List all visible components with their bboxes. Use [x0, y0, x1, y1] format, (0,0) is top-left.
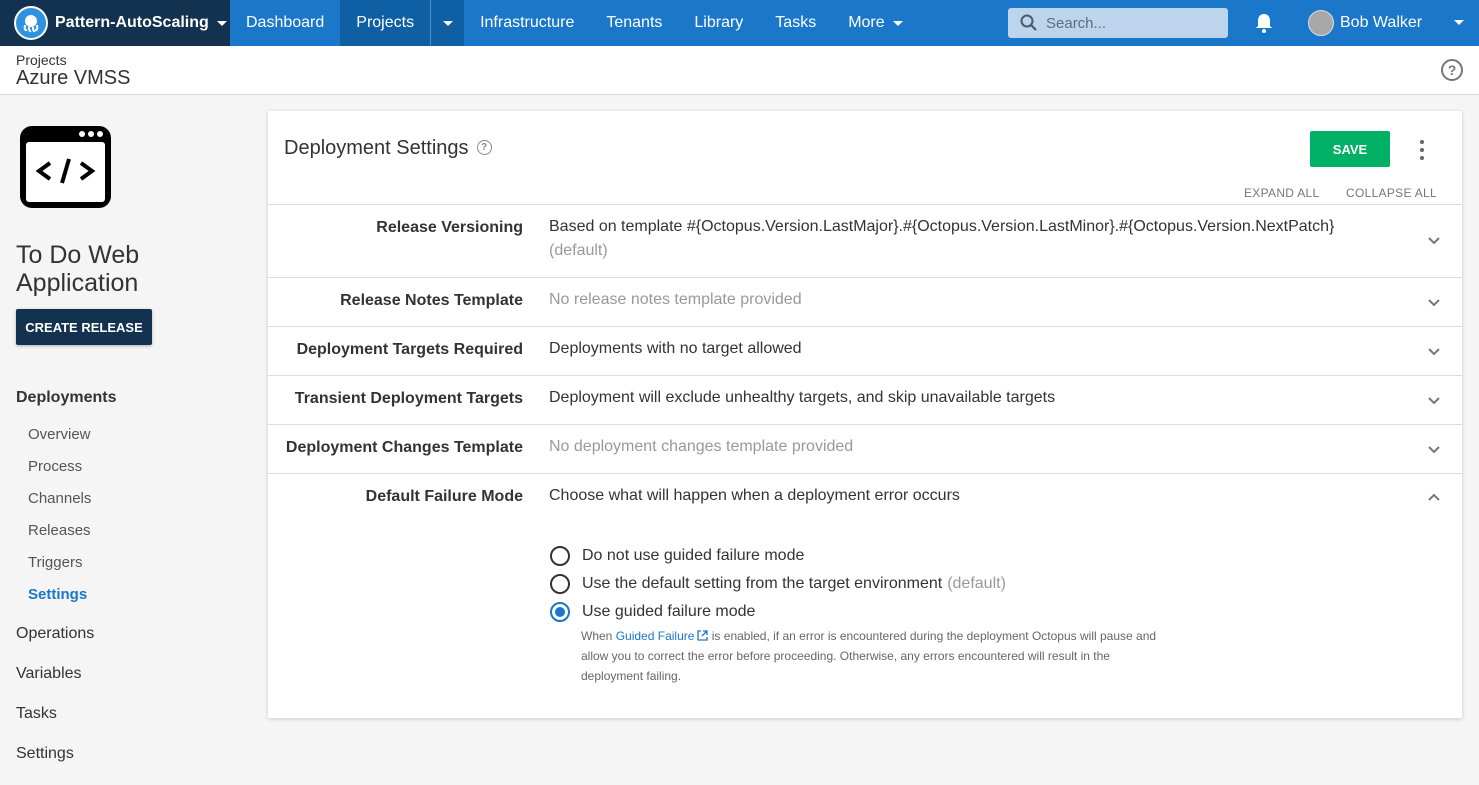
- setting-summary: Deployments with no target allowed: [549, 340, 802, 357]
- save-button[interactable]: SAVE: [1310, 131, 1390, 167]
- hint-pre: When: [581, 629, 613, 643]
- sidebar-item-tasks[interactable]: Tasks: [16, 705, 57, 723]
- sidebar-item-channels[interactable]: Channels: [28, 490, 91, 507]
- search-input[interactable]: [1046, 14, 1216, 32]
- nav-more-label: More: [848, 14, 885, 31]
- chevron-down-icon[interactable]: [1427, 442, 1441, 456]
- setting-row-changes-template[interactable]: Deployment Changes Template No deploymen…: [268, 424, 1462, 473]
- sidebar-item-settings-deployments[interactable]: Settings: [28, 586, 87, 603]
- chevron-down-icon[interactable]: [1454, 20, 1464, 25]
- card-title-text: Deployment Settings: [284, 137, 469, 159]
- chevron-down-icon: [892, 20, 903, 26]
- nav-projects[interactable]: Projects: [340, 0, 431, 46]
- sidebar-item-triggers[interactable]: Triggers: [28, 554, 82, 571]
- space-switcher[interactable]: Pattern-AutoScaling: [0, 0, 230, 46]
- sidebar-heading-deployments[interactable]: Deployments: [16, 389, 116, 407]
- chevron-down-icon: [216, 20, 227, 26]
- space-name: Pattern-AutoScaling: [55, 14, 209, 31]
- sidebar-item-process[interactable]: Process: [28, 458, 82, 475]
- page-title: Azure VMSS: [16, 67, 131, 89]
- radio-button[interactable]: [550, 574, 570, 594]
- setting-label: Deployment Targets Required: [296, 341, 523, 358]
- user-menu[interactable]: Bob Walker: [1308, 10, 1422, 36]
- setting-row-transient-targets[interactable]: Transient Deployment Targets Deployment …: [268, 375, 1462, 424]
- help-icon[interactable]: ?: [476, 140, 492, 155]
- deployment-settings-card: Deployment Settings ? SAVE EXPAND ALL CO…: [268, 111, 1462, 718]
- page-header: Projects Azure VMSS ?: [0, 46, 1479, 95]
- projects-dropdown-button[interactable]: [430, 0, 465, 46]
- setting-summary: Choose what will happen when a deploymen…: [549, 487, 960, 504]
- radio-default-note: (default): [947, 575, 1006, 592]
- chevron-down-icon[interactable]: [1427, 295, 1441, 309]
- nav-tasks[interactable]: Tasks: [759, 0, 832, 46]
- radio-option-env-default[interactable]: Use the default setting from the target …: [550, 570, 1006, 598]
- setting-summary: Deployment will exclude unhealthy target…: [549, 389, 1056, 406]
- setting-row-targets-required[interactable]: Deployment Targets Required Deployments …: [268, 326, 1462, 375]
- setting-default-note: (default): [549, 242, 608, 259]
- octopus-logo-icon: [14, 6, 48, 40]
- breadcrumb[interactable]: Projects: [16, 52, 67, 68]
- overflow-menu-icon[interactable]: [1416, 140, 1428, 160]
- create-release-button[interactable]: CREATE RELEASE: [16, 309, 152, 345]
- radio-button-selected[interactable]: [550, 602, 570, 622]
- radio-option-on[interactable]: Use guided failure mode: [550, 598, 1006, 626]
- collapse-all-link[interactable]: COLLAPSE ALL: [1346, 186, 1437, 200]
- external-link-icon: [697, 630, 709, 641]
- setting-summary-text: Based on template #{Octopus.Version.Last…: [549, 218, 1335, 235]
- setting-label: Release Versioning: [376, 219, 523, 236]
- user-name: Bob Walker: [1340, 14, 1423, 31]
- setting-summary: No release notes template provided: [549, 291, 802, 308]
- search-icon: [1020, 14, 1037, 31]
- radio-label: Use the default setting from the target …: [582, 575, 943, 592]
- chevron-down-icon[interactable]: [1427, 393, 1441, 407]
- sidebar-item-releases[interactable]: Releases: [28, 522, 91, 539]
- setting-label: Release Notes Template: [340, 292, 523, 309]
- setting-label: Deployment Changes Template: [285, 439, 523, 456]
- sidebar-item-variables[interactable]: Variables: [16, 665, 82, 683]
- nav-library[interactable]: Library: [678, 0, 759, 46]
- expand-all-link[interactable]: EXPAND ALL: [1244, 186, 1319, 200]
- nav-dashboard[interactable]: Dashboard: [230, 0, 340, 46]
- chevron-down-icon[interactable]: [1427, 233, 1441, 247]
- guided-failure-link-text: Guided Failure: [615, 629, 695, 643]
- chevron-down-icon: [442, 20, 453, 26]
- radio-button[interactable]: [550, 546, 570, 566]
- help-icon[interactable]: ?: [1441, 59, 1463, 81]
- radio-label: Use guided failure mode: [582, 603, 756, 620]
- setting-summary: No deployment changes template provided: [549, 438, 854, 455]
- setting-label: Transient Deployment Targets: [294, 390, 523, 407]
- avatar: [1308, 10, 1334, 36]
- radio-label: Do not use guided failure mode: [582, 547, 805, 564]
- setting-row-release-notes[interactable]: Release Notes Template No release notes …: [268, 277, 1462, 326]
- project-name: To Do Web Application: [16, 241, 140, 297]
- setting-summary: Based on template #{Octopus.Version.Last…: [549, 215, 1409, 263]
- failure-mode-hint: When Guided Failure is enabled, if an er…: [581, 626, 1161, 686]
- chevron-down-icon[interactable]: [1427, 344, 1441, 358]
- nav-infrastructure[interactable]: Infrastructure: [464, 0, 590, 46]
- sidebar-item-overview[interactable]: Overview: [28, 426, 91, 443]
- guided-failure-link[interactable]: Guided Failure: [616, 629, 709, 643]
- setting-row-failure-mode: Default Failure Mode Choose what will ha…: [268, 473, 1462, 718]
- card-title: Deployment Settings ?: [284, 137, 492, 160]
- chevron-up-icon[interactable]: [1427, 491, 1441, 505]
- setting-label: Default Failure Mode: [365, 488, 523, 505]
- failure-mode-radio-group: Do not use guided failure mode Use the d…: [550, 542, 1006, 626]
- nav-tenants[interactable]: Tenants: [590, 0, 678, 46]
- search-box[interactable]: [1008, 8, 1228, 38]
- nav-more[interactable]: More: [832, 0, 918, 46]
- project-logo: [19, 125, 112, 209]
- radio-option-off[interactable]: Do not use guided failure mode: [550, 542, 1006, 570]
- sidebar-item-settings[interactable]: Settings: [16, 745, 74, 763]
- sidebar-item-operations[interactable]: Operations: [16, 625, 94, 643]
- setting-row-release-versioning[interactable]: Release Versioning Based on template #{O…: [268, 204, 1462, 277]
- notifications-bell-icon[interactable]: [1254, 12, 1274, 39]
